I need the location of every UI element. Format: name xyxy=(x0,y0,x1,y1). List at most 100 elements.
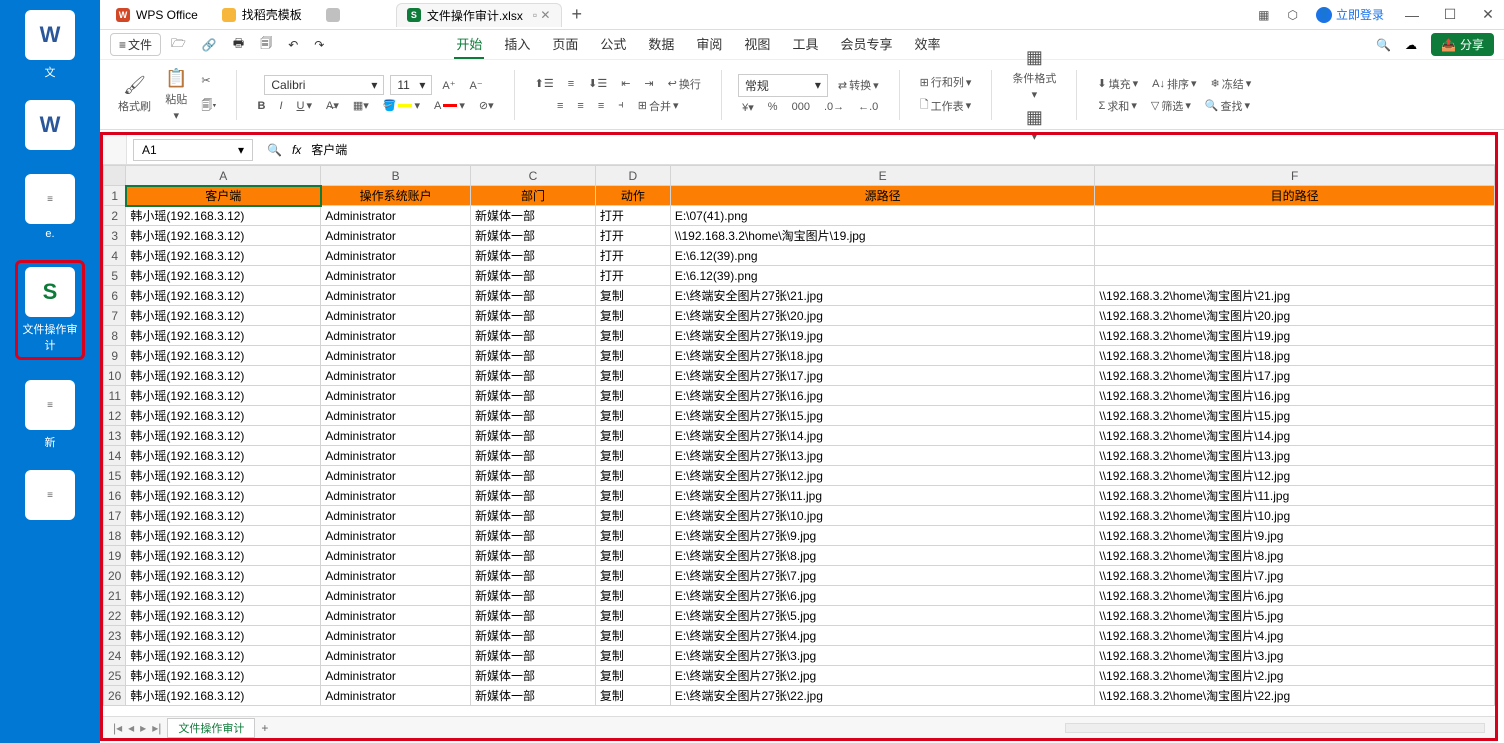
column-header[interactable]: A xyxy=(126,166,321,186)
cell[interactable]: 韩小瑶(192.168.3.12) xyxy=(126,246,321,266)
cell[interactable]: Administrator xyxy=(321,546,471,566)
cell[interactable]: 打开 xyxy=(595,246,670,266)
cell[interactable]: Administrator xyxy=(321,406,471,426)
cell[interactable]: 复制 xyxy=(595,446,670,466)
zoom-icon[interactable]: 🔍 xyxy=(267,143,282,157)
row-header[interactable]: 4 xyxy=(104,246,126,266)
cell[interactable]: \\192.168.3.2\home\淘宝图片\7.jpg xyxy=(1095,566,1495,586)
cell[interactable]: 韩小瑶(192.168.3.12) xyxy=(126,206,321,226)
cell[interactable]: 复制 xyxy=(595,286,670,306)
merge-button[interactable]: ⊞ 合并▾ xyxy=(634,96,683,116)
fill-color-button[interactable]: 🪣▾ xyxy=(379,97,424,114)
row-header[interactable]: 13 xyxy=(104,426,126,446)
wrap-button[interactable]: ↩ 换行 xyxy=(664,74,705,94)
cell[interactable]: E:\终端安全图片27张\7.jpg xyxy=(670,566,1095,586)
new-tab-button[interactable]: + xyxy=(572,4,583,25)
row-header[interactable]: 26 xyxy=(104,686,126,706)
cell[interactable]: 复制 xyxy=(595,466,670,486)
desktop-icon[interactable]: W文 xyxy=(15,10,85,80)
cell[interactable]: 复制 xyxy=(595,506,670,526)
percent-icon[interactable]: % xyxy=(764,99,782,115)
cell[interactable]: 新媒体一部 xyxy=(471,346,596,366)
cell[interactable]: 复制 xyxy=(595,586,670,606)
cell[interactable]: 韩小瑶(192.168.3.12) xyxy=(126,326,321,346)
cell[interactable]: 韩小瑶(192.168.3.12) xyxy=(126,486,321,506)
cell[interactable]: \\192.168.3.2\home\淘宝图片\2.jpg xyxy=(1095,666,1495,686)
cell[interactable]: 复制 xyxy=(595,646,670,666)
row-header[interactable]: 5 xyxy=(104,266,126,286)
freeze-button[interactable]: ❄ 冻结▾ xyxy=(1206,74,1255,94)
cell[interactable]: 新媒体一部 xyxy=(471,626,596,646)
row-header[interactable]: 1 xyxy=(104,186,126,206)
cell[interactable]: \\192.168.3.2\home\淘宝图片\22.jpg xyxy=(1095,686,1495,706)
horizontal-scrollbar[interactable] xyxy=(1065,723,1485,733)
format-brush-button[interactable]: 🖌格式刷 xyxy=(114,73,155,116)
maximize-button[interactable]: ☐ xyxy=(1440,6,1460,23)
cell[interactable]: \\192.168.3.2\home\淘宝图片\14.jpg xyxy=(1095,426,1495,446)
row-header[interactable]: 25 xyxy=(104,666,126,686)
cell[interactable]: 韩小瑶(192.168.3.12) xyxy=(126,666,321,686)
row-header[interactable]: 20 xyxy=(104,566,126,586)
cell[interactable]: 复制 xyxy=(595,526,670,546)
close-button[interactable]: ✕ xyxy=(1478,6,1498,23)
cell[interactable]: 新媒体一部 xyxy=(471,686,596,706)
cell[interactable]: Administrator xyxy=(321,446,471,466)
sum-button[interactable]: Σ 求和▾ xyxy=(1095,96,1141,116)
cell[interactable]: E:\终端安全图片27张\8.jpg xyxy=(670,546,1095,566)
cell[interactable]: \\192.168.3.2\home\淘宝图片\6.jpg xyxy=(1095,586,1495,606)
cell[interactable]: Administrator xyxy=(321,386,471,406)
print-icon[interactable]: 🖶 xyxy=(227,31,250,58)
cell[interactable]: 新媒体一部 xyxy=(471,326,596,346)
italic-button[interactable]: I xyxy=(275,98,286,114)
cell[interactable]: Administrator xyxy=(321,566,471,586)
cell[interactable]: \\192.168.3.2\home\淘宝图片\13.jpg xyxy=(1095,446,1495,466)
cell[interactable]: Administrator xyxy=(321,246,471,266)
cell[interactable]: \\192.168.3.2\home\淘宝图片\3.jpg xyxy=(1095,646,1495,666)
cell[interactable]: 复制 xyxy=(595,386,670,406)
cell[interactable]: 复制 xyxy=(595,606,670,626)
underline-button[interactable]: U▾ xyxy=(293,97,316,114)
cell[interactable]: 新媒体一部 xyxy=(471,446,596,466)
cell[interactable]: 韩小瑶(192.168.3.12) xyxy=(126,346,321,366)
row-header[interactable]: 3 xyxy=(104,226,126,246)
strikethrough-button[interactable]: A̶▾ xyxy=(322,97,343,114)
cell[interactable]: 新媒体一部 xyxy=(471,646,596,666)
cell[interactable]: \\192.168.3.2\home\淘宝图片\17.jpg xyxy=(1095,366,1495,386)
cell[interactable]: \\192.168.3.2\home\淘宝图片\12.jpg xyxy=(1095,466,1495,486)
cell[interactable]: \\192.168.3.2\home\淘宝图片\20.jpg xyxy=(1095,306,1495,326)
menu-tab[interactable]: 视图 xyxy=(742,30,772,59)
cell[interactable]: \\192.168.3.2\home\淘宝图片\16.jpg xyxy=(1095,386,1495,406)
row-header[interactable]: 19 xyxy=(104,546,126,566)
sheet-grid[interactable]: ABCDEF1客户端操作系统账户部门动作源路径目的路径2韩小瑶(192.168.… xyxy=(103,165,1495,716)
sheet-nav-next-icon[interactable]: ▸ xyxy=(140,721,146,735)
header-cell[interactable]: 目的路径 xyxy=(1095,186,1495,206)
open-icon[interactable]: 🗁 xyxy=(165,31,192,58)
cell[interactable]: Administrator xyxy=(321,466,471,486)
cell[interactable]: 韩小瑶(192.168.3.12) xyxy=(126,406,321,426)
border-button[interactable]: ▦▾ xyxy=(349,97,373,114)
preview-icon[interactable]: 🗐 xyxy=(254,31,278,58)
cell[interactable]: 复制 xyxy=(595,406,670,426)
number-format-select[interactable]: 常规▾ xyxy=(738,74,828,97)
cell[interactable] xyxy=(1095,206,1495,226)
cell[interactable] xyxy=(1095,266,1495,286)
cell[interactable]: \\192.168.3.2\home\淘宝图片\18.jpg xyxy=(1095,346,1495,366)
add-sheet-button[interactable]: + xyxy=(261,721,268,735)
cell[interactable]: \\192.168.3.2\home\淘宝图片\19.jpg xyxy=(670,226,1095,246)
cell[interactable]: 韩小瑶(192.168.3.12) xyxy=(126,606,321,626)
cell[interactable]: 新媒体一部 xyxy=(471,586,596,606)
cell[interactable]: E:\终端安全图片27张\15.jpg xyxy=(670,406,1095,426)
column-header[interactable]: D xyxy=(595,166,670,186)
cell[interactable]: 复制 xyxy=(595,666,670,686)
cell[interactable]: 新媒体一部 xyxy=(471,566,596,586)
copy-button[interactable]: 🗐▾ xyxy=(197,95,220,118)
row-header[interactable]: 15 xyxy=(104,466,126,486)
menu-tab[interactable]: 插入 xyxy=(502,30,532,59)
cell[interactable]: 韩小瑶(192.168.3.12) xyxy=(126,266,321,286)
row-header[interactable]: 11 xyxy=(104,386,126,406)
cell[interactable]: E:\终端安全图片27张\11.jpg xyxy=(670,486,1095,506)
distribute-icon[interactable]: ⫞ xyxy=(614,97,628,114)
cell[interactable]: Administrator xyxy=(321,626,471,646)
cell[interactable]: 韩小瑶(192.168.3.12) xyxy=(126,426,321,446)
cell[interactable]: 新媒体一部 xyxy=(471,506,596,526)
